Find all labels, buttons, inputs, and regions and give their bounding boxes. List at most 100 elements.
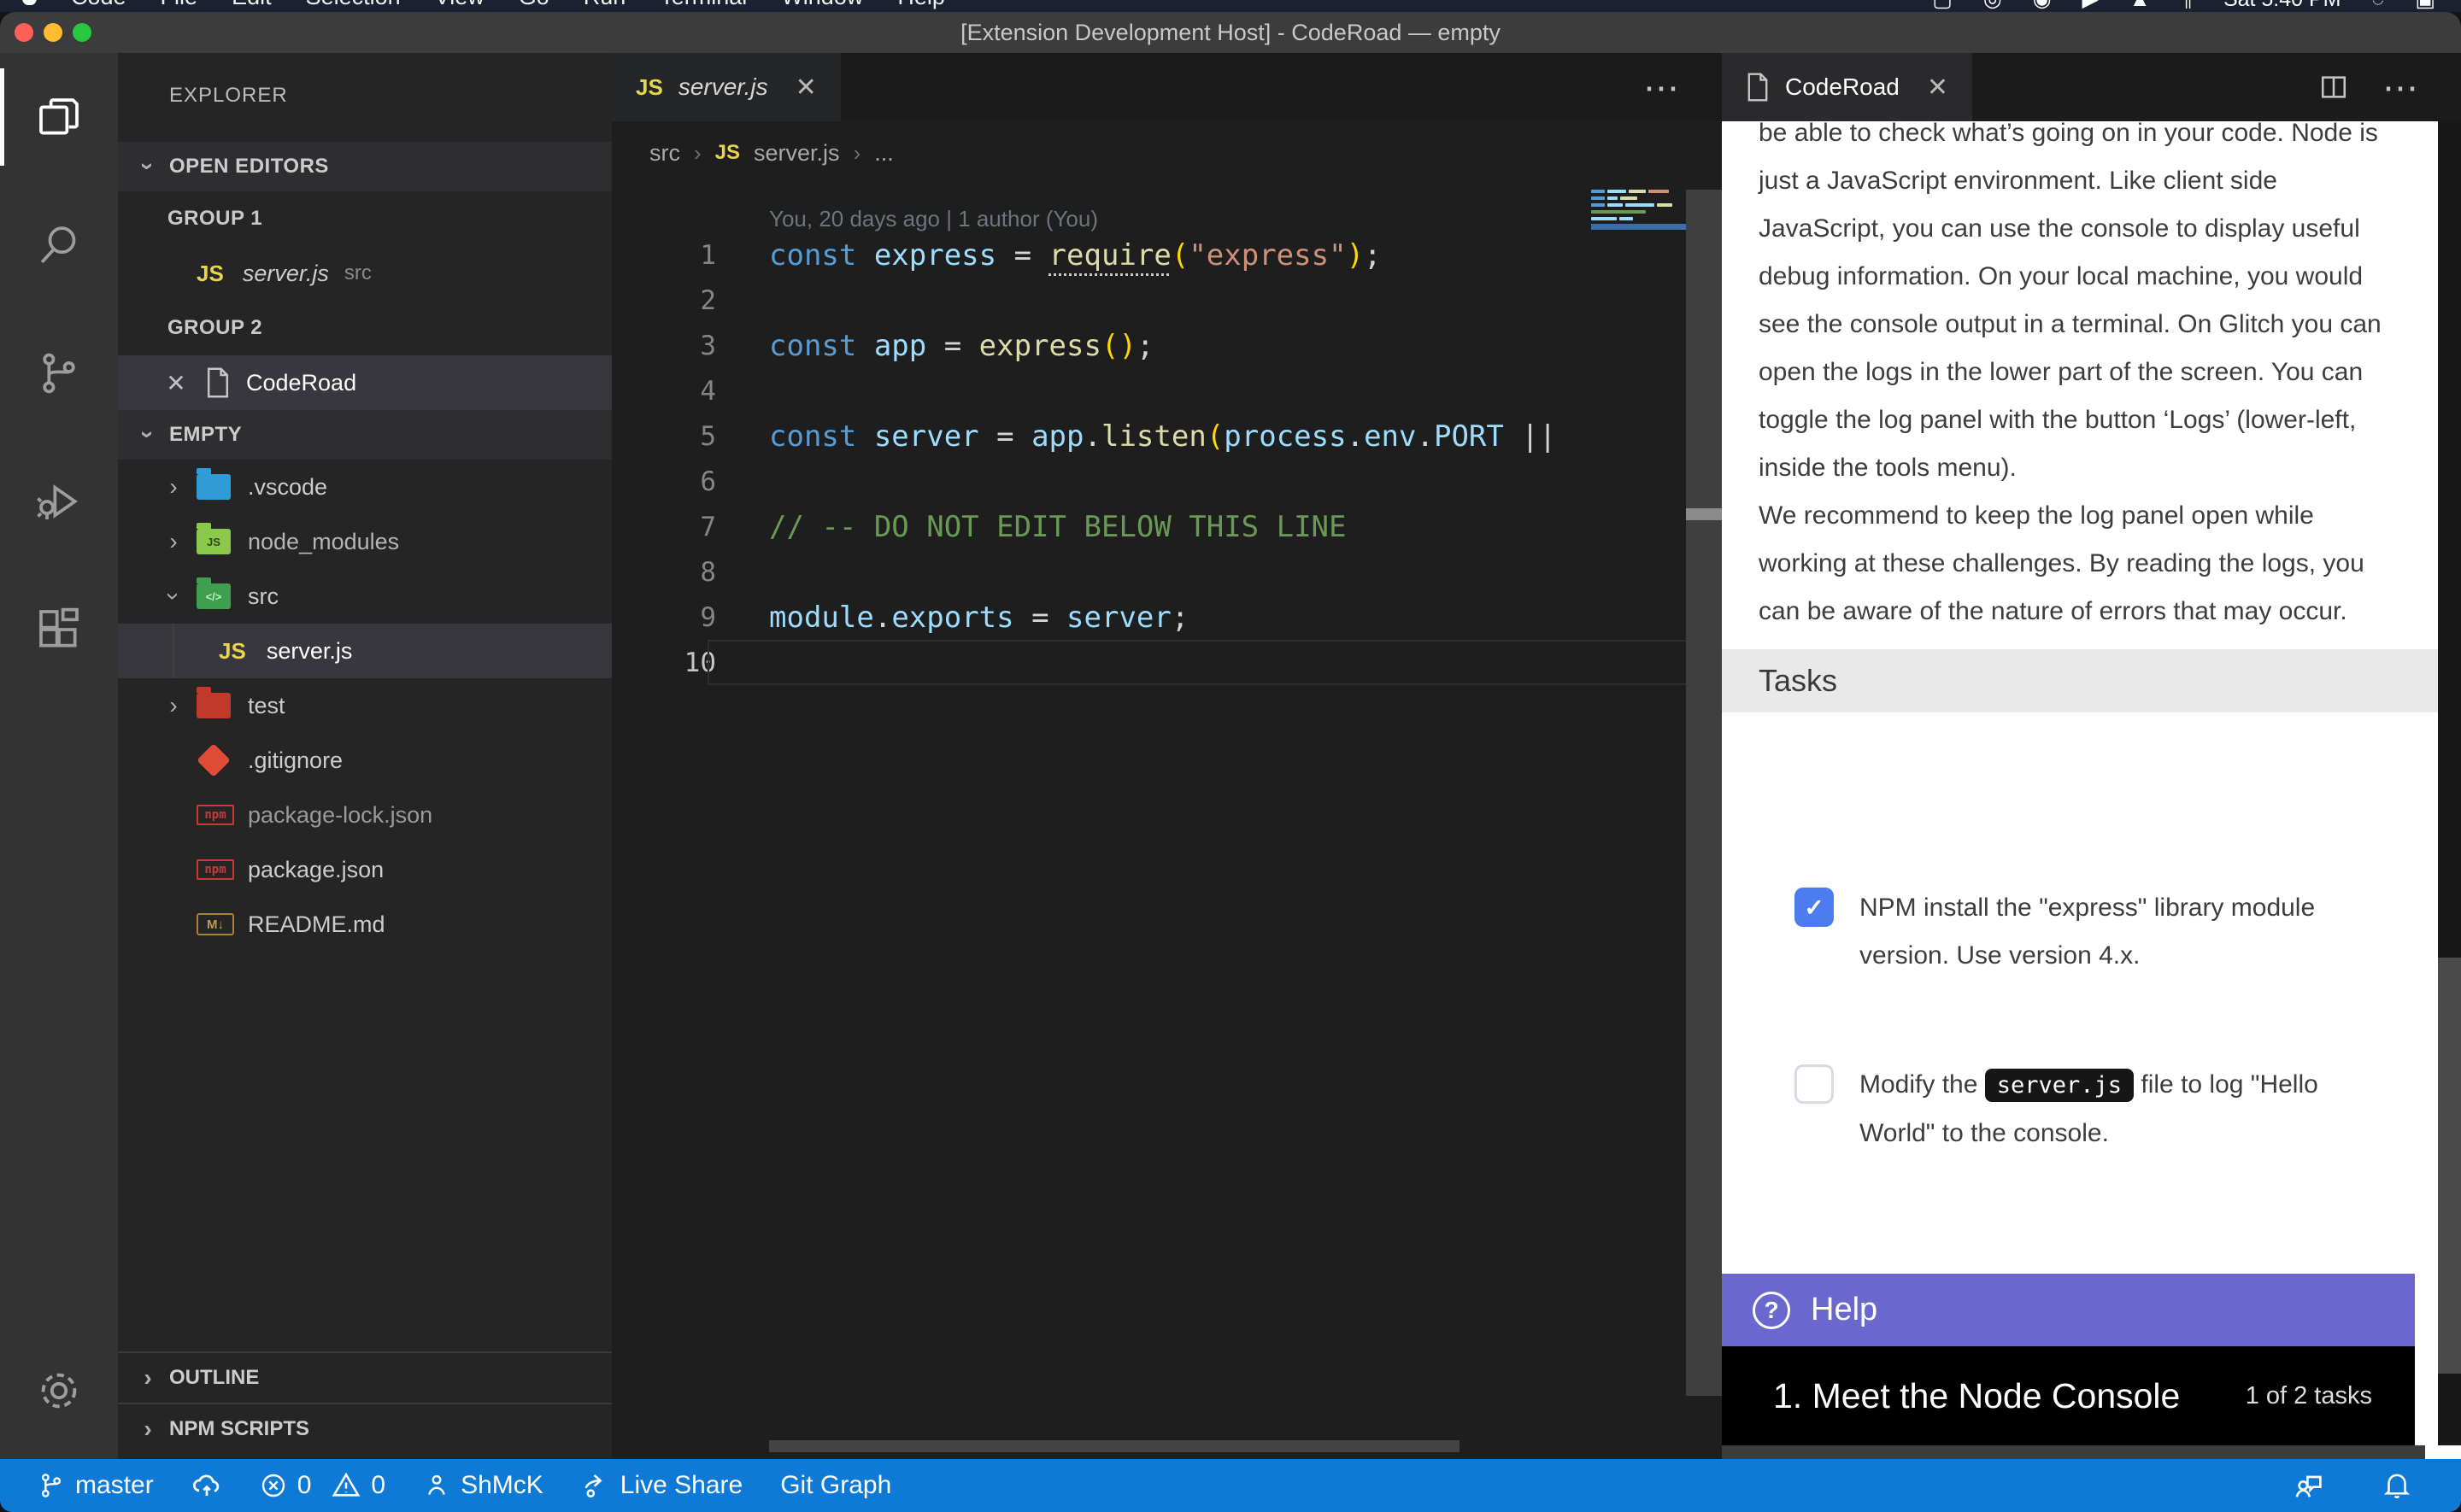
chevron-right-icon[interactable]: ›: [137, 1415, 159, 1443]
editor-tab-bar: JS server.js ✕ ⋯: [612, 53, 1722, 121]
bell-icon[interactable]: [2381, 1468, 2413, 1501]
outline-section[interactable]: › OUTLINE: [118, 1351, 612, 1403]
gitlens-blame-annotation: You, 20 days ago | 1 author (You): [612, 185, 1722, 232]
webview-scrollbar[interactable]: [2438, 121, 2461, 1445]
tree-item-vscode[interactable]: › .vscode: [118, 460, 612, 514]
npm-scripts-section[interactable]: › NPM SCRIPTS: [118, 1403, 612, 1454]
breadcrumb-src[interactable]: src: [649, 140, 680, 167]
chevron-down-icon[interactable]: ›: [134, 155, 162, 178]
breadcrumb-server-js[interactable]: server.js: [754, 140, 840, 167]
scrollbar-thumb[interactable]: [2438, 958, 2461, 1374]
live-share-button[interactable]: Live Share: [581, 1471, 743, 1500]
menu-code[interactable]: Code: [71, 0, 126, 10]
maximize-window-button[interactable]: [73, 23, 91, 42]
chevron-right-icon[interactable]: ›: [137, 1364, 159, 1392]
menu-selection[interactable]: Selection: [306, 0, 401, 10]
menu-terminal[interactable]: Terminal: [660, 0, 747, 10]
minimap[interactable]: [1591, 186, 1686, 234]
menubar-status-icon[interactable]: ▢: [1932, 0, 1953, 12]
help-section[interactable]: ? Help: [1722, 1274, 2415, 1346]
workspace-folder-header[interactable]: › EMPTY: [118, 410, 612, 460]
close-icon[interactable]: ✕: [159, 369, 193, 397]
scrollbar-thumb[interactable]: [1686, 508, 1722, 520]
live-share-icon: [581, 1471, 610, 1500]
extensions-icon[interactable]: [0, 566, 118, 694]
apple-icon[interactable]: [22, 0, 37, 5]
control-center-icon[interactable]: ▣: [2415, 0, 2435, 12]
window-title: [Extension Development Host] - CodeRoad …: [960, 20, 1501, 46]
menubar-status-icon[interactable]: ▶: [2082, 0, 2099, 12]
close-window-button[interactable]: [15, 23, 33, 42]
macos-menubar: Code File Edit Selection View Go Run Ter…: [0, 0, 2461, 12]
chevron-right-icon[interactable]: ›: [162, 473, 185, 501]
breadcrumb-symbol[interactable]: ...: [874, 140, 894, 167]
tree-item-test[interactable]: › test: [118, 678, 612, 733]
chevron-down-icon[interactable]: ›: [160, 585, 187, 607]
tree-item-node-modules[interactable]: › JS node_modules: [118, 514, 612, 569]
explorer-view-icon[interactable]: [0, 53, 118, 181]
git-icon: [197, 743, 231, 777]
checkbox-checked[interactable]: ✓: [1794, 888, 1834, 927]
source-control-icon[interactable]: [0, 309, 118, 437]
task-progress: 1 of 2 tasks: [2246, 1382, 2372, 1410]
tree-item-package-json[interactable]: npm package.json: [118, 842, 612, 897]
git-graph-button[interactable]: Git Graph: [780, 1471, 891, 1500]
chevron-right-icon[interactable]: ›: [162, 692, 185, 719]
tree-item-package-lock[interactable]: npm package-lock.json: [118, 788, 612, 842]
tree-item-readme[interactable]: M↓ README.md: [118, 897, 612, 952]
current-line[interactable]: 10: [612, 640, 1722, 685]
open-editor-coderoad[interactable]: ✕ CodeRoad: [118, 355, 612, 410]
sync-changes-button[interactable]: [191, 1470, 222, 1501]
tree-item-src[interactable]: › </> src: [118, 569, 612, 624]
open-editors-header[interactable]: › OPEN EDITORS: [118, 142, 612, 191]
lesson-footer[interactable]: 1. Meet the Node Console 1 of 2 tasks: [1722, 1346, 2415, 1445]
search-icon[interactable]: [0, 181, 118, 309]
menubar-status-icon[interactable]: ¶: [2182, 0, 2193, 12]
minimize-window-button[interactable]: [44, 23, 62, 42]
live-share-user[interactable]: ShMcK: [423, 1471, 543, 1500]
feedback-icon[interactable]: [2292, 1468, 2326, 1503]
spotlight-icon[interactable]: ◌: [2372, 0, 2385, 12]
warning-icon: [332, 1471, 361, 1500]
checkbox-unchecked[interactable]: [1794, 1064, 1834, 1104]
open-editor-server-js[interactable]: JS server.js src: [118, 246, 612, 301]
lesson-paragraph: be able to check what’s going on in your…: [1722, 121, 2423, 492]
menubar-status-icon[interactable]: ◎: [1983, 0, 2002, 12]
problems-errors[interactable]: 0: [260, 1471, 312, 1500]
editor-scrollbar[interactable]: [1686, 190, 1722, 1396]
cloud-upload-icon: [191, 1470, 222, 1501]
vscode-folder-icon: [197, 474, 231, 500]
run-debug-icon[interactable]: [0, 437, 118, 566]
git-branch-status[interactable]: master: [38, 1471, 154, 1500]
settings-gear-icon[interactable]: [0, 1339, 118, 1442]
close-tab-icon[interactable]: ✕: [784, 73, 817, 103]
menu-go[interactable]: Go: [519, 0, 549, 10]
panel-more-icon[interactable]: ⋯: [2382, 67, 2418, 108]
editor-actions-more-icon[interactable]: ⋯: [1643, 67, 1679, 108]
menu-help[interactable]: Help: [897, 0, 945, 10]
tree-item-gitignore[interactable]: .gitignore: [118, 733, 612, 788]
chevron-right-icon[interactable]: ›: [162, 528, 185, 555]
tab-coderoad[interactable]: CodeRoad ✕: [1722, 53, 1972, 121]
explorer-sidebar: EXPLORER › OPEN EDITORS GROUP 1 JS serve…: [118, 53, 612, 1459]
menu-edit[interactable]: Edit: [232, 0, 272, 10]
split-editor-icon[interactable]: [2319, 73, 2348, 102]
menubar-status-icon[interactable]: ▲: [2129, 0, 2151, 12]
tab-server-js[interactable]: JS server.js ✕: [612, 53, 841, 121]
inline-code-chip: server.js: [1985, 1069, 2134, 1102]
problems-warnings[interactable]: 0: [332, 1471, 385, 1500]
menu-window[interactable]: Window: [781, 0, 863, 10]
menu-file[interactable]: File: [161, 0, 198, 10]
code-area[interactable]: 1const express = require("express"); 2 3…: [612, 232, 1722, 685]
open-editors-group-1: GROUP 1: [118, 191, 612, 246]
close-tab-icon[interactable]: ✕: [1915, 73, 1948, 103]
menu-view[interactable]: View: [435, 0, 485, 10]
menu-run[interactable]: Run: [584, 0, 626, 10]
chevron-down-icon[interactable]: ›: [134, 424, 162, 446]
menubar-status-icon[interactable]: ◉: [2033, 0, 2052, 12]
breadcrumb: src › JS server.js › ...: [612, 121, 1722, 185]
tree-item-server-js[interactable]: JS server.js: [118, 624, 612, 678]
title-bar[interactable]: [Extension Development Host] - CodeRoad …: [0, 12, 2461, 53]
menubar-clock[interactable]: Sat 5:40 PM: [2223, 0, 2341, 12]
horizontal-scrollbar[interactable]: [769, 1440, 1460, 1452]
